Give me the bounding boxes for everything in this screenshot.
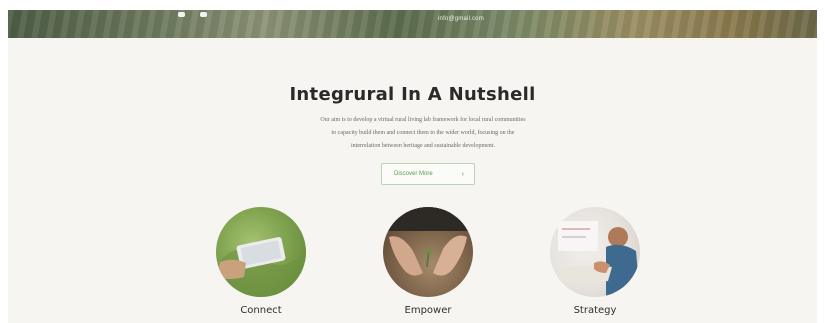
description-line: interrelation between heritage and susta…: [351, 143, 495, 149]
header-banner: info@gmail.com: [8, 10, 817, 38]
section-description: Our aim is to develop a virtual rural li…: [270, 114, 576, 153]
empower-image: [383, 207, 473, 297]
section-title: Integrural In A Nutshell: [289, 84, 536, 105]
feature-caption-strategy[interactable]: Strategy: [535, 305, 655, 316]
feature-caption-empower[interactable]: Empower: [368, 305, 488, 316]
connect-image: [216, 207, 306, 297]
header-email[interactable]: info@gmail.com: [438, 16, 484, 22]
chevron-right-icon: ›: [461, 170, 464, 178]
strategy-image: [550, 207, 640, 297]
discover-more-button[interactable]: Discover More ›: [381, 163, 475, 185]
description-line: to capacity build them and connect them …: [331, 130, 515, 136]
page: info@gmail.com Integrural In A Nutshell …: [8, 10, 817, 323]
description-line: Our aim is to develop a virtual rural li…: [320, 117, 526, 123]
feature-caption-connect[interactable]: Connect: [201, 305, 321, 316]
social-icon[interactable]: [200, 12, 207, 17]
discover-more-label: Discover More: [394, 171, 433, 177]
social-icon[interactable]: [178, 12, 185, 17]
